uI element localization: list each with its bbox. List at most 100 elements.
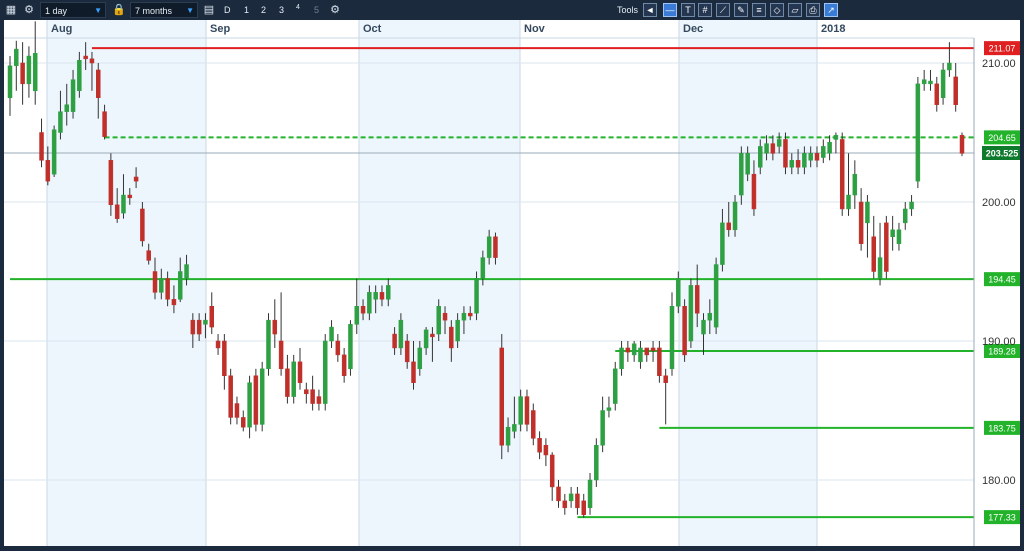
candle[interactable] bbox=[631, 341, 637, 362]
candle[interactable] bbox=[348, 320, 353, 376]
period-button-3[interactable]: 3 bbox=[279, 2, 284, 18]
candle[interactable] bbox=[14, 40, 19, 91]
candle[interactable] bbox=[871, 215, 876, 279]
candle[interactable] bbox=[934, 76, 940, 112]
candle[interactable] bbox=[316, 389, 322, 411]
candle[interactable] bbox=[322, 334, 328, 411]
candle[interactable] bbox=[531, 403, 536, 446]
shapes-icon[interactable]: ◇ bbox=[770, 3, 784, 17]
candle[interactable] bbox=[884, 215, 889, 279]
settings-gear-icon[interactable]: ⚙ bbox=[22, 3, 36, 17]
candle[interactable] bbox=[537, 431, 542, 460]
candle[interactable] bbox=[638, 341, 643, 369]
print-icon[interactable]: ⎙ bbox=[806, 3, 820, 17]
chart-settings-gear-icon[interactable]: ⚙ bbox=[328, 3, 342, 17]
menu-grid-icon[interactable]: ▦ bbox=[4, 3, 18, 17]
period-button-d[interactable]: D bbox=[224, 2, 231, 18]
candle[interactable] bbox=[669, 292, 675, 376]
candle[interactable] bbox=[310, 375, 315, 411]
candle[interactable] bbox=[297, 347, 303, 390]
candle[interactable] bbox=[612, 361, 618, 411]
candle[interactable] bbox=[581, 493, 586, 518]
candle[interactable] bbox=[903, 202, 908, 230]
lock-icon[interactable]: 🔒 bbox=[112, 3, 126, 17]
candle[interactable] bbox=[928, 69, 933, 91]
back-arrow-icon[interactable]: ◄ bbox=[643, 3, 657, 17]
candle[interactable] bbox=[253, 368, 259, 432]
candle[interactable] bbox=[915, 76, 921, 189]
candle[interactable] bbox=[833, 132, 839, 154]
range-dropdown[interactable]: 7 months ▼ bbox=[130, 2, 198, 18]
candle[interactable] bbox=[215, 334, 221, 355]
candle[interactable] bbox=[291, 354, 296, 404]
candle[interactable] bbox=[341, 347, 347, 383]
candle[interactable] bbox=[688, 278, 694, 348]
candle[interactable] bbox=[278, 292, 284, 376]
candle[interactable] bbox=[909, 195, 914, 216]
period-button-1[interactable]: 1 bbox=[244, 2, 249, 18]
candle[interactable] bbox=[549, 452, 555, 501]
candle[interactable] bbox=[209, 292, 214, 335]
candle[interactable] bbox=[304, 382, 309, 404]
trendline-icon[interactable]: ⟋ bbox=[716, 3, 730, 17]
pencil-icon[interactable]: ✎ bbox=[734, 3, 748, 17]
share-icon[interactable]: ↗ bbox=[824, 3, 838, 17]
candle[interactable] bbox=[39, 118, 44, 168]
candle[interactable] bbox=[259, 361, 265, 432]
candle[interactable] bbox=[329, 320, 334, 348]
candle[interactable] bbox=[543, 438, 549, 467]
candle[interactable] bbox=[865, 195, 870, 258]
candle[interactable] bbox=[959, 132, 965, 157]
period-button-2[interactable]: 2 bbox=[261, 2, 266, 18]
candle[interactable] bbox=[625, 341, 631, 362]
horizontal-line-icon[interactable]: — bbox=[663, 3, 677, 17]
candle[interactable] bbox=[7, 56, 13, 116]
candle[interactable] bbox=[606, 396, 612, 418]
candle[interactable] bbox=[568, 486, 574, 508]
candle[interactable] bbox=[20, 42, 25, 105]
candle[interactable] bbox=[228, 368, 233, 425]
candle[interactable] bbox=[858, 188, 864, 251]
fib-tool-icon[interactable]: ≡ bbox=[752, 3, 766, 17]
candle[interactable] bbox=[575, 486, 580, 515]
candle[interactable] bbox=[562, 493, 568, 515]
candle[interactable] bbox=[940, 63, 946, 105]
candle[interactable] bbox=[846, 153, 851, 216]
candle[interactable] bbox=[896, 222, 902, 251]
candle[interactable] bbox=[474, 271, 479, 321]
candle[interactable] bbox=[890, 215, 895, 251]
period-button-4[interactable]: 4 bbox=[296, 0, 300, 16]
eraser-icon[interactable]: ▱ bbox=[788, 3, 802, 17]
candle[interactable] bbox=[285, 354, 290, 404]
candle[interactable] bbox=[821, 139, 826, 164]
candle[interactable] bbox=[556, 480, 561, 508]
candle[interactable] bbox=[587, 473, 593, 515]
candle[interactable] bbox=[839, 132, 845, 216]
candle[interactable] bbox=[266, 313, 271, 376]
candle[interactable] bbox=[524, 389, 530, 432]
candle[interactable] bbox=[51, 125, 57, 177]
candle[interactable] bbox=[877, 222, 883, 286]
crosshair-icon[interactable]: # bbox=[698, 3, 712, 17]
candle[interactable] bbox=[657, 341, 662, 383]
candle[interactable] bbox=[241, 410, 246, 432]
interval-dropdown[interactable]: 1 day ▼ bbox=[40, 2, 106, 18]
candle[interactable] bbox=[644, 347, 650, 362]
candle[interactable] bbox=[953, 63, 958, 112]
text-tool-icon[interactable]: T bbox=[681, 3, 695, 17]
candle[interactable] bbox=[499, 334, 505, 460]
candle[interactable] bbox=[234, 396, 240, 425]
candle[interactable] bbox=[827, 135, 832, 161]
candle[interactable] bbox=[663, 368, 668, 425]
candle[interactable] bbox=[682, 299, 687, 362]
period-button-5[interactable]: 5 bbox=[314, 2, 319, 18]
candle[interactable] bbox=[594, 438, 599, 487]
calendar-icon[interactable]: ▤ bbox=[202, 3, 216, 17]
candle[interactable] bbox=[32, 21, 38, 105]
candle[interactable] bbox=[921, 69, 927, 91]
candle[interactable] bbox=[354, 278, 360, 335]
chart-area[interactable]: Aug Sep Oct Nov Dec 2018 211.07 204.65 194.45 18… bbox=[4, 20, 1022, 546]
candle[interactable] bbox=[247, 375, 252, 439]
candle[interactable] bbox=[26, 46, 32, 98]
candle[interactable] bbox=[713, 257, 719, 335]
